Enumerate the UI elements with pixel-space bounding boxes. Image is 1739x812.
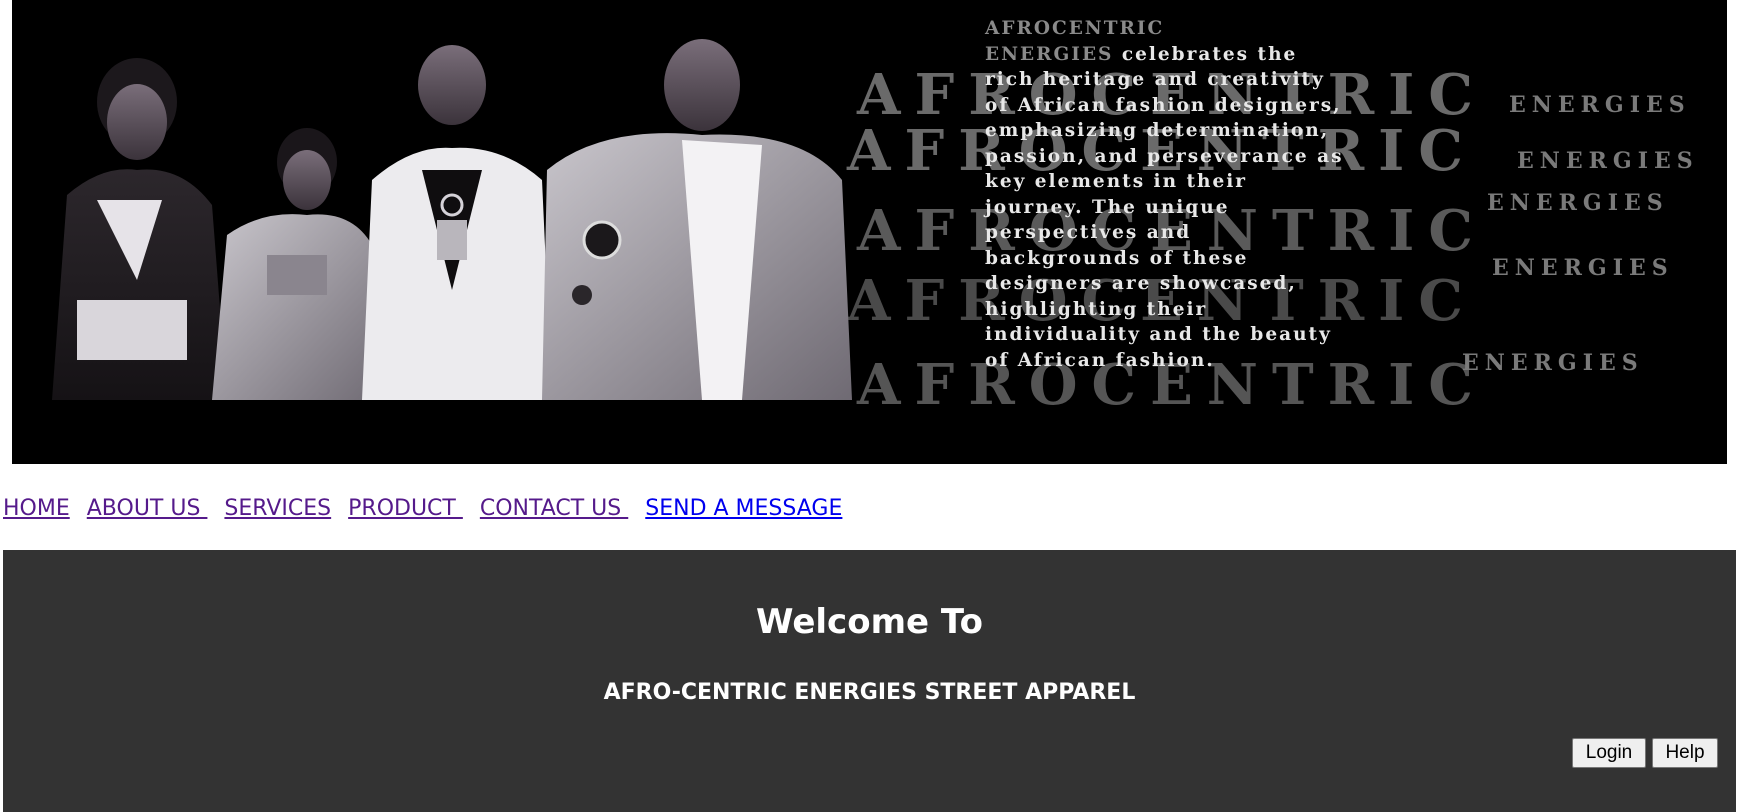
main-nav: HOME ABOUT US SERVICES PRODUCT CONTACT U… [3,496,852,521]
nav-link-about-us[interactable]: ABOUT US [87,496,208,521]
banner-copy-text: celebrates the rich heritage and creativ… [985,43,1344,371]
nav-link-send-a-message[interactable]: SEND A MESSAGE [645,496,842,521]
nav-link-services[interactable]: SERVICES [224,496,331,521]
banner-side-word: ENERGIES [1492,255,1674,281]
help-button[interactable]: Help [1652,738,1718,768]
nav-link-product[interactable]: PRODUCT [348,496,463,521]
models-group-image [52,39,852,400]
welcome-title: Welcome To [756,602,983,642]
banner-side-word: ENERGIES [1462,350,1644,376]
banner-copy-heading-2: ENERGIES [985,43,1114,65]
banner-side-word: ENERGIES [1517,148,1699,174]
hero-banner: AFROCENTRIC AFROCENTRIC AFROCENTRIC AFRO… [12,0,1727,464]
nav-link-contact-us[interactable]: CONTACT US [480,496,628,521]
banner-side-word: ENERGIES [1509,92,1691,118]
banner-description: AFROCENTRIC ENERGIES celebrates the rich… [985,16,1345,373]
nav-link-home[interactable]: HOME [3,496,70,521]
banner-side-word: ENERGIES [1487,190,1669,216]
brand-subtitle: AFRO-CENTRIC ENERGIES STREET APPAREL [603,680,1136,705]
welcome-section: Welcome To AFRO-CENTRIC ENERGIES STREET … [3,550,1736,812]
login-button[interactable]: Login [1572,738,1646,768]
banner-copy-heading-1: AFROCENTRIC [985,18,1165,39]
